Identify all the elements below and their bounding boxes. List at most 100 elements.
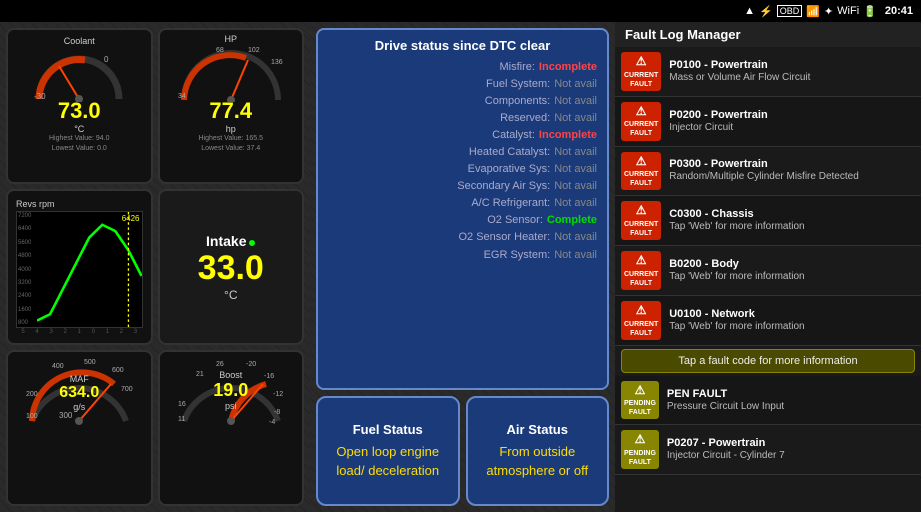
pending-fault-badge: ⚠ PENDINGFAULT xyxy=(621,381,659,420)
fuel-status-button[interactable]: Fuel Status Open loop engine load/ decel… xyxy=(316,396,460,506)
air-status-value: From outside atmosphere or off xyxy=(476,443,600,479)
status-buttons: Fuel Status Open loop engine load/ decel… xyxy=(316,396,609,506)
dtc-value: Not avail xyxy=(554,93,597,110)
pending-fault-item[interactable]: ⚠ PENDINGFAULT P0207 - Powertrain Inject… xyxy=(615,425,921,475)
revs-gauge[interactable]: Revs rpm 7200 6400 5600 4800 4000 3200 2… xyxy=(6,189,153,345)
dtc-row: Secondary Air Sys:Not avail xyxy=(328,178,597,195)
fault-warning-icon: ⚠ xyxy=(624,203,658,219)
svg-text:100: 100 xyxy=(26,413,38,420)
coolant-gauge[interactable]: Coolant -30 0 73.0 °C Highest Value: 94.… xyxy=(6,28,153,184)
dtc-label: Catalyst: xyxy=(492,127,535,144)
fault-desc: Tap 'Web' for more information xyxy=(669,220,915,233)
svg-text:136: 136 xyxy=(271,59,283,66)
fuel-status-title: Fuel Status xyxy=(353,422,423,437)
hp-gauge[interactable]: HP 34 68 102 136 77.4 hp Highest Value: … xyxy=(158,28,305,184)
intake-label: Intake xyxy=(206,233,255,249)
svg-text:700: 700 xyxy=(121,386,133,393)
svg-text:34: 34 xyxy=(178,93,186,100)
dtc-row: A/C Refrigerant:Not avail xyxy=(328,195,597,212)
pending-fault-code: P0207 - Powertrain xyxy=(667,437,915,449)
fault-text: P0300 - Powertrain Random/Multiple Cylin… xyxy=(669,158,915,183)
dtc-value: Not avail xyxy=(554,229,597,246)
maf-gauge[interactable]: 200 100 400 500 600 700 300 MAF 634.0 g/… xyxy=(6,350,153,506)
dtc-value: Not avail xyxy=(554,161,597,178)
fault-desc: Injector Circuit xyxy=(669,121,915,134)
dtc-value: Not avail xyxy=(554,76,597,93)
dtc-value: Not avail xyxy=(554,144,597,161)
fault-code: U0100 - Network xyxy=(669,308,915,320)
fault-item[interactable]: ⚠ CURRENTFAULT C0300 - Chassis Tap 'Web'… xyxy=(615,196,921,246)
pending-fault-text: P0207 - Powertrain Injector Circuit - Cy… xyxy=(667,437,915,462)
fault-item[interactable]: ⚠ CURRENTFAULT P0300 - Powertrain Random… xyxy=(615,147,921,197)
coolant-high: Highest Value: 94.0 Lowest Value: 0.0 xyxy=(49,134,110,154)
fault-item[interactable]: ⚠ CURRENTFAULT P0100 - Powertrain Mass o… xyxy=(615,47,921,97)
hp-label: HP xyxy=(224,34,237,44)
fault-item[interactable]: ⚠ CURRENTFAULT B0200 - Body Tap 'Web' fo… xyxy=(615,246,921,296)
fault-badge: ⚠ CURRENTFAULT xyxy=(621,201,661,240)
dtc-row: Catalyst:Incomplete xyxy=(328,127,597,144)
obd-icon: OBD xyxy=(777,5,803,17)
coolant-label: Coolant xyxy=(12,36,147,46)
usb-icon: ⚡ xyxy=(759,5,773,18)
svg-text:-20: -20 xyxy=(246,361,256,368)
bluetooth-icon: ✦ xyxy=(824,5,833,18)
fault-text: P0100 - Powertrain Mass or Volume Air Fl… xyxy=(669,59,915,84)
intake-value: 33.0 xyxy=(198,249,264,288)
hp-stats: Highest Value: 165.5 Lowest Value: 37.4 xyxy=(199,134,263,154)
svg-text:200: 200 xyxy=(26,391,38,398)
svg-text:600: 600 xyxy=(112,367,124,374)
fault-warning-icon: ⚠ xyxy=(624,54,658,70)
revs-scale: 7200 6400 5600 4800 4000 3200 2400 1600 … xyxy=(17,212,32,327)
svg-text:21: 21 xyxy=(196,371,204,378)
svg-text:300: 300 xyxy=(59,411,73,420)
pending-fault-item[interactable]: ⚠ PENDINGFAULT PEN FAULT Pressure Circui… xyxy=(615,376,921,426)
boost-gauge[interactable]: 16 11 21 26 -20 -16 -12 -8 -4 Boost 19.0… xyxy=(158,350,305,506)
revs-label: Revs rpm xyxy=(16,199,143,209)
dtc-row: Heated Catalyst:Not avail xyxy=(328,144,597,161)
time-display: 20:41 xyxy=(885,5,913,17)
hp-unit: hp xyxy=(226,124,236,134)
dtc-row: Components:Not avail xyxy=(328,93,597,110)
dtc-label: Misfire: xyxy=(499,59,534,76)
air-status-button[interactable]: Air Status From outside atmosphere or of… xyxy=(466,396,610,506)
dtc-title: Drive status since DTC clear xyxy=(328,38,597,53)
dtc-row: O2 Sensor:Complete xyxy=(328,212,597,229)
fault-badge: ⚠ CURRENTFAULT xyxy=(621,301,661,340)
revs-graph-svg xyxy=(37,212,142,327)
fault-desc: Tap 'Web' for more information xyxy=(669,320,915,333)
status-icons: ▲ ⚡ OBD 📶 ✦ WiFi 🔋 20:41 xyxy=(744,5,913,18)
svg-text:-4: -4 xyxy=(269,419,275,426)
fault-desc: Random/Multiple Cylinder Misfire Detecte… xyxy=(669,170,915,183)
pending-fault-desc: Pressure Circuit Low Input xyxy=(667,400,915,413)
fault-warning-icon: ⚠ xyxy=(624,104,658,120)
boost-label: Boost xyxy=(213,370,248,380)
svg-text:500: 500 xyxy=(84,359,96,366)
hp-value: 77.4 xyxy=(209,98,252,124)
coolant-unit: °C xyxy=(74,124,84,134)
svg-text:102: 102 xyxy=(248,47,260,54)
main-content: Coolant -30 0 73.0 °C Highest Value: 94.… xyxy=(0,22,921,512)
dtc-label: A/C Refrigerant: xyxy=(471,195,550,212)
right-panel: Fault Log Manager ⚠ CURRENTFAULT P0100 -… xyxy=(615,22,921,512)
pending-fault-badge: ⚠ PENDINGFAULT xyxy=(621,430,659,469)
dtc-row: EGR System:Not avail xyxy=(328,247,597,264)
fault-code: P0200 - Powertrain xyxy=(669,109,915,121)
fault-badge: ⚠ CURRENTFAULT xyxy=(621,52,661,91)
fault-badge: ⚠ CURRENTFAULT xyxy=(621,251,661,290)
revs-value: 6426 xyxy=(122,214,140,223)
fault-item[interactable]: ⚠ CURRENTFAULT U0100 - Network Tap 'Web'… xyxy=(615,296,921,346)
pending-warning-icon: ⚠ xyxy=(624,432,656,448)
fault-item[interactable]: ⚠ CURRENTFAULT P0200 - Powertrain Inject… xyxy=(615,97,921,147)
pending-fault-desc: Injector Circuit - Cylinder 7 xyxy=(667,449,915,462)
left-panel: Coolant -30 0 73.0 °C Highest Value: 94.… xyxy=(0,22,310,512)
dtc-row: Reserved:Not avail xyxy=(328,110,597,127)
svg-text:26: 26 xyxy=(216,361,224,368)
boost-unit: psi xyxy=(213,401,248,411)
battery-icon: 🔋 xyxy=(863,5,877,18)
status-bar: ▲ ⚡ OBD 📶 ✦ WiFi 🔋 20:41 xyxy=(0,0,921,22)
intake-gauge[interactable]: Intake 33.0 °C xyxy=(158,189,305,345)
intake-dot xyxy=(249,240,255,246)
fault-badge: ⚠ CURRENTFAULT xyxy=(621,102,661,141)
fault-header: Fault Log Manager xyxy=(615,22,921,47)
dtc-label: O2 Sensor: xyxy=(487,212,543,229)
